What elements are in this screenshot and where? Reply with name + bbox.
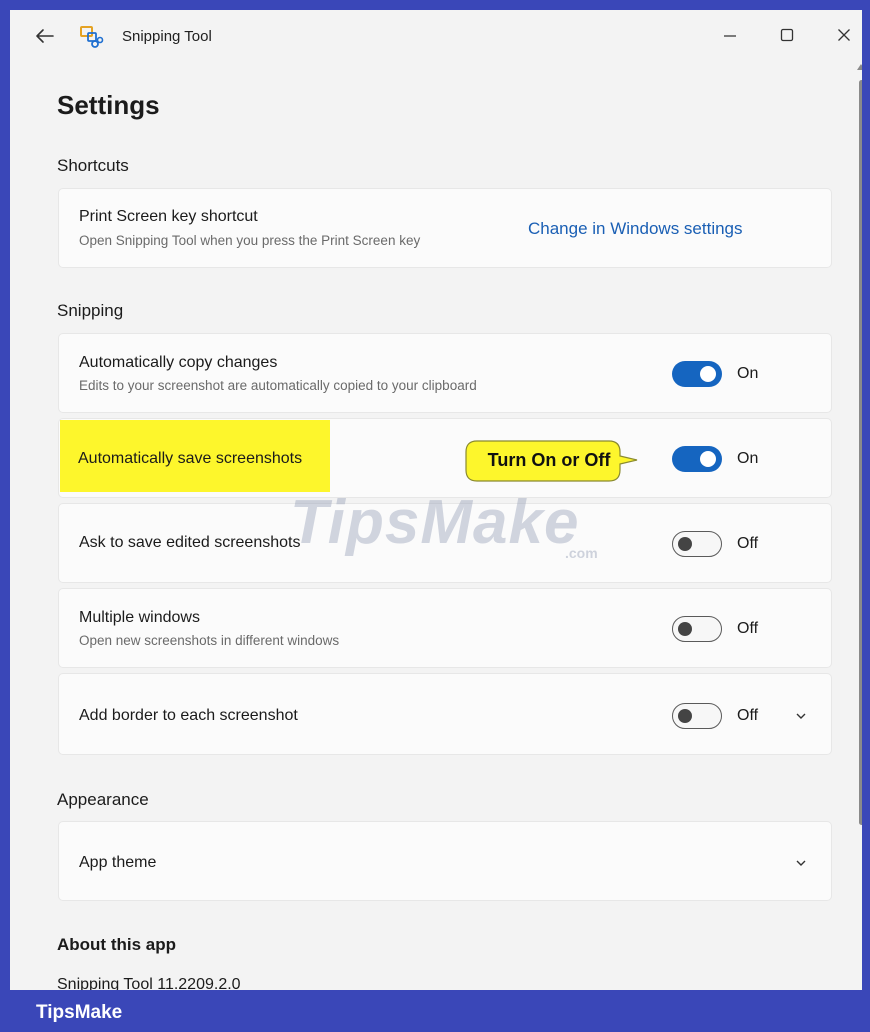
scroll-up-arrow-icon[interactable] xyxy=(857,64,862,70)
chevron-down-icon[interactable] xyxy=(793,708,809,724)
auto-save-toggle[interactable] xyxy=(672,446,722,472)
toggle-knob xyxy=(700,366,716,382)
card-title: Print Screen key shortcut xyxy=(79,208,258,225)
card-title: Add border to each screenshot xyxy=(79,707,298,724)
close-button[interactable] xyxy=(824,20,862,50)
close-icon xyxy=(838,29,850,41)
change-in-windows-settings-link[interactable]: Change in Windows settings xyxy=(528,219,743,239)
toggle-state-label: On xyxy=(737,365,759,382)
card-description: Edits to your screenshot are automatical… xyxy=(79,378,477,393)
scrollbar-thumb[interactable] xyxy=(859,80,862,825)
card-app-theme[interactable]: App theme xyxy=(58,821,832,901)
ask-save-toggle[interactable] xyxy=(672,531,722,557)
auto-save-title: Automatically save screenshots xyxy=(78,450,303,467)
toggle-state-label: Off xyxy=(737,620,759,637)
back-arrow-icon xyxy=(36,29,54,43)
auto-copy-toggle[interactable] xyxy=(672,361,722,387)
card-description: Open new screenshots in different window… xyxy=(79,633,340,648)
tipsmake-watermark: TipsMake xyxy=(290,488,580,557)
card-print-screen-shortcut: Print Screen key shortcut Open Snipping … xyxy=(58,188,832,268)
section-title-about: About this app xyxy=(57,935,176,954)
toggle-knob xyxy=(678,708,692,723)
toggle-knob xyxy=(700,451,716,467)
toggle-state-label: On xyxy=(737,450,759,467)
callout-text: Turn On or Off xyxy=(487,450,611,470)
section-title-snipping: Snipping xyxy=(57,301,124,320)
add-border-toggle[interactable] xyxy=(672,703,722,729)
card-title: Ask to save edited screenshots xyxy=(79,534,301,551)
card-add-border[interactable]: Add border to each screenshot Off xyxy=(58,673,832,755)
card-title: App theme xyxy=(79,854,157,871)
multiple-windows-toggle[interactable] xyxy=(672,616,722,642)
toggle-state-label: Off xyxy=(737,707,759,724)
card-auto-copy: Automatically copy changes Edits to your… xyxy=(58,333,832,413)
minimize-icon xyxy=(724,35,736,37)
frame-right-border xyxy=(862,0,870,1032)
card-multiple-windows: Multiple windows Open new screenshots in… xyxy=(58,588,832,668)
card-description: Open Snipping Tool when you press the Pr… xyxy=(79,233,421,248)
frame-left-border xyxy=(0,0,10,1032)
watermark-domain: .com xyxy=(565,545,598,561)
app-title: Snipping Tool xyxy=(122,28,212,45)
page-title: Settings xyxy=(57,90,160,120)
chevron-down-icon[interactable] xyxy=(793,855,809,871)
back-button[interactable] xyxy=(30,24,60,48)
footer-bar xyxy=(0,990,870,1032)
toggle-knob xyxy=(678,536,692,551)
toggle-knob xyxy=(678,621,692,636)
footer-brand: TipsMake xyxy=(36,1002,123,1023)
toggle-state-label: Off xyxy=(737,535,759,552)
section-title-shortcuts: Shortcuts xyxy=(57,156,129,175)
minimize-button[interactable] xyxy=(710,20,750,50)
card-title: Automatically copy changes xyxy=(79,354,278,371)
app-version: Snipping Tool 11.2209.2.0 xyxy=(57,976,241,990)
maximize-icon xyxy=(780,28,794,42)
maximize-button[interactable] xyxy=(767,20,807,50)
frame-top-border xyxy=(0,0,870,10)
turn-on-or-off-callout: Turn On or Off xyxy=(463,440,638,482)
section-title-appearance: Appearance xyxy=(57,790,149,809)
title-bar: Snipping Tool xyxy=(10,10,862,60)
card-title: Multiple windows xyxy=(79,609,200,626)
settings-window: Snipping Tool Settings Shortcuts Print S… xyxy=(10,10,862,990)
snipping-tool-icon xyxy=(80,25,104,49)
